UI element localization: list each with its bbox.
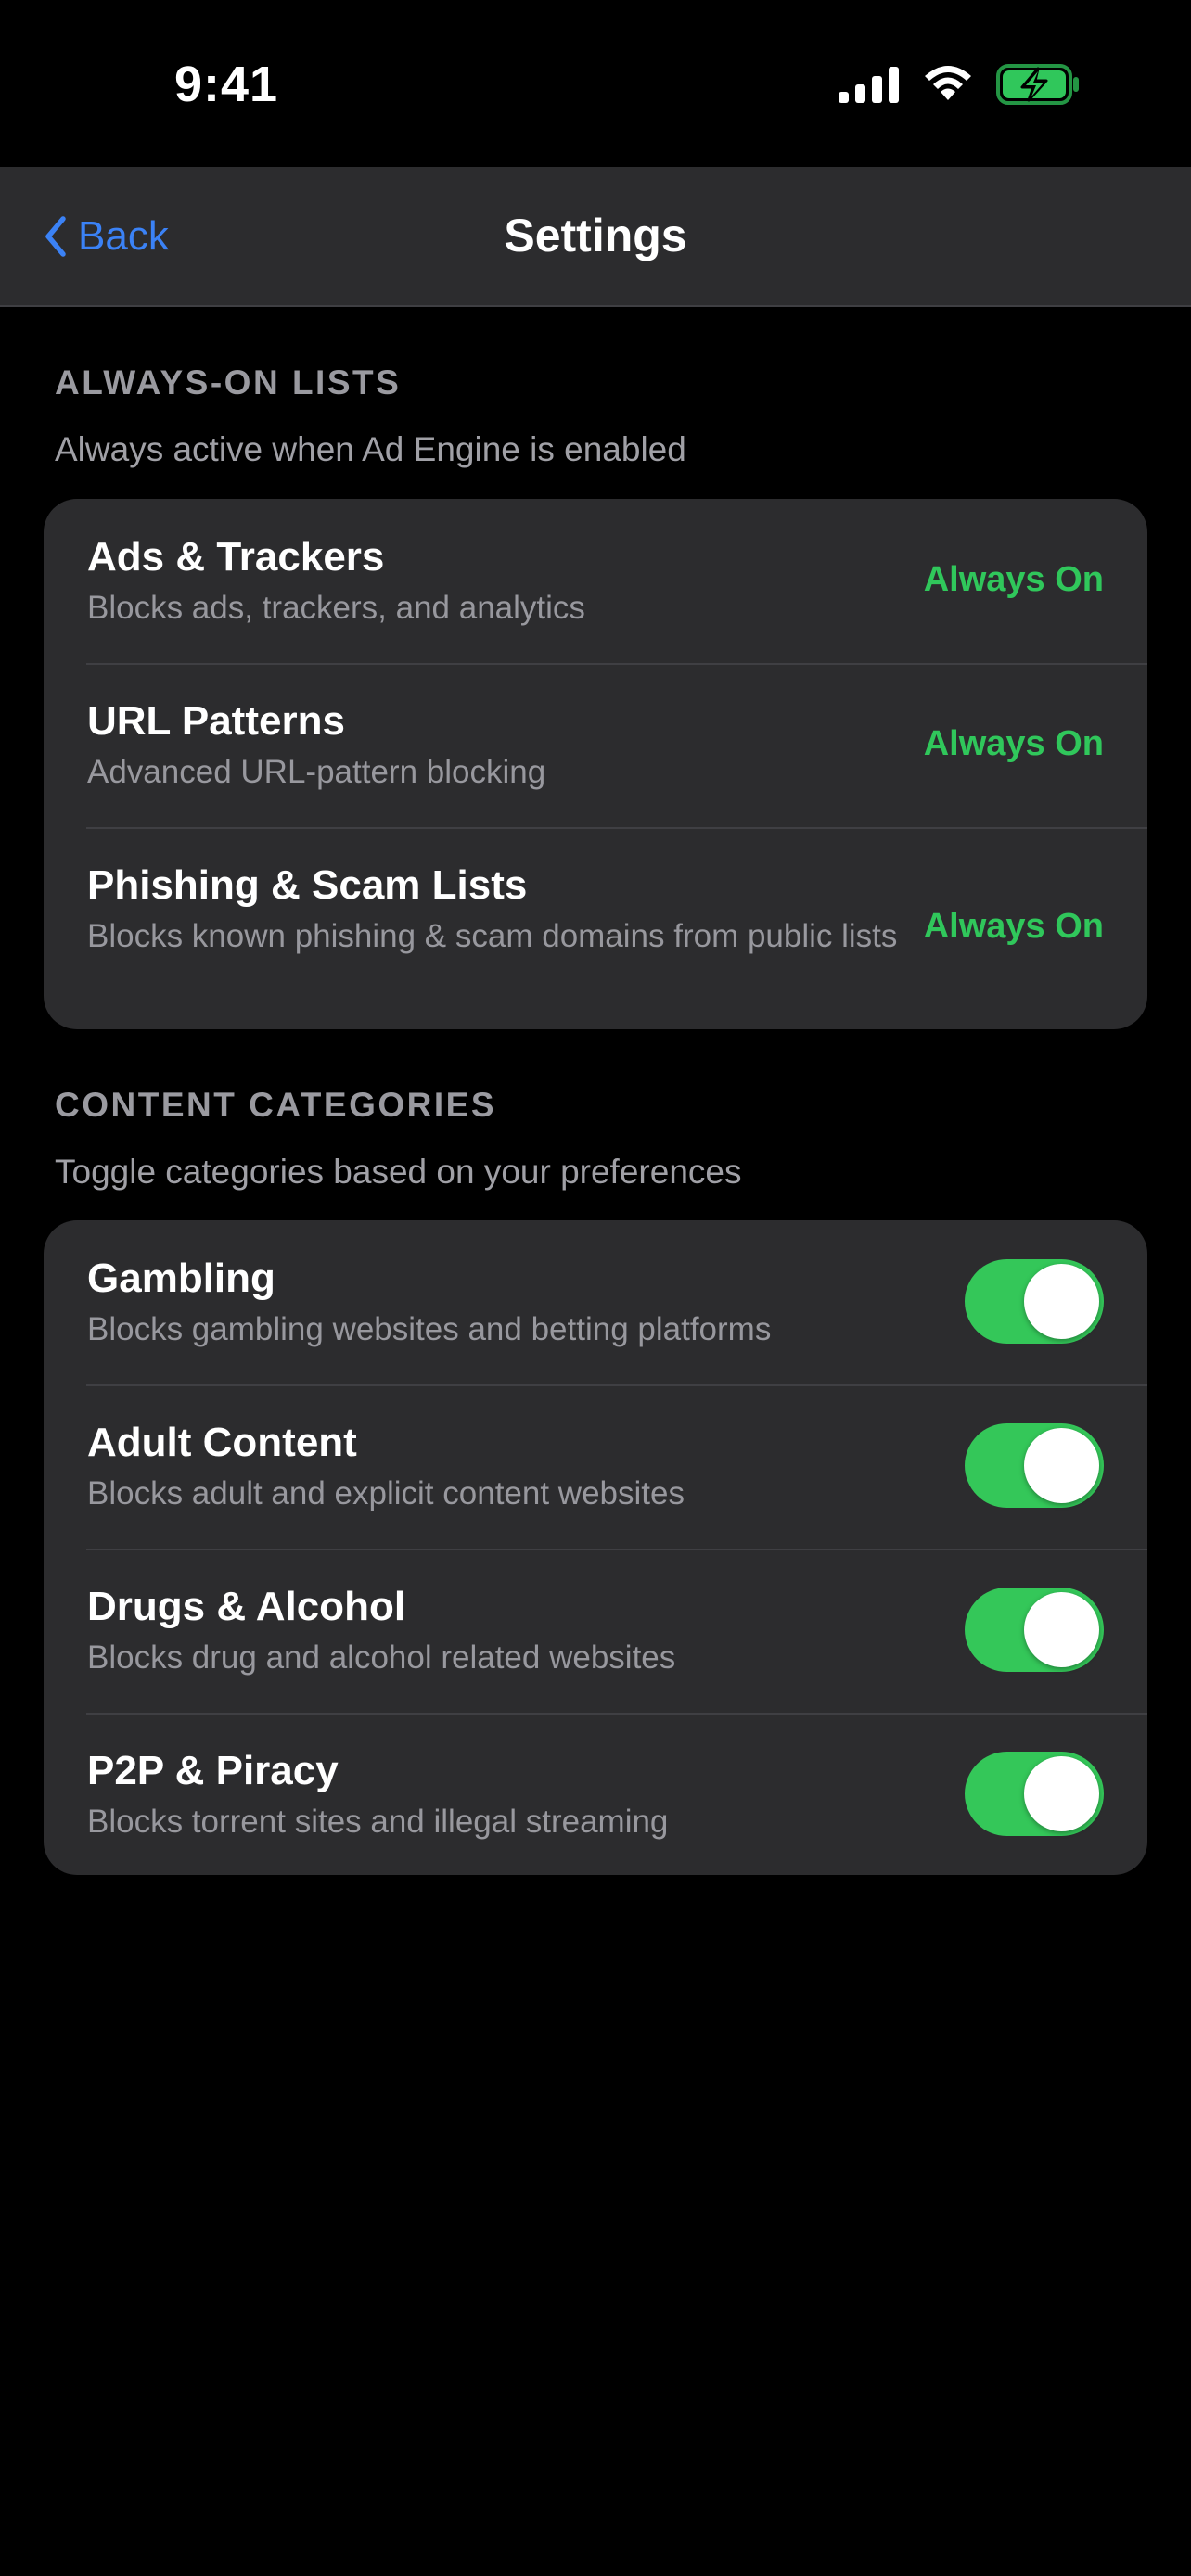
drugs-alcohol-toggle[interactable] [965,1588,1104,1672]
section-subtitle-always-on: Always active when Ad Engine is enabled [55,430,686,468]
back-button[interactable]: Back [43,167,169,305]
status-badge: Always On [923,907,1104,946]
list-item-ads-trackers: Ads & Trackers Blocks ads, trackers, and… [44,499,1147,663]
list-item-gambling: Gambling Blocks gambling websites and be… [44,1220,1147,1384]
list-item-drugs-alcohol: Drugs & Alcohol Blocks drug and alcohol … [44,1549,1147,1713]
toggle-knob [1024,1264,1099,1339]
status-bar: 9:41 [0,0,1191,167]
content-categories-card: Gambling Blocks gambling websites and be… [44,1220,1147,1875]
wifi-icon [922,65,974,108]
p2p-piracy-toggle[interactable] [965,1752,1104,1836]
always-on-list-card: Ads & Trackers Blocks ads, trackers, and… [44,499,1147,1029]
status-time: 9:41 [174,57,279,112]
gambling-toggle[interactable] [965,1259,1104,1344]
cellular-signal-icon [839,66,900,108]
list-item-description: Blocks gambling websites and betting pla… [87,1311,772,1347]
list-item-title: Ads & Trackers [87,534,385,580]
chevron-left-icon [43,215,69,258]
navigation-bar: Back Settings [0,167,1191,307]
adult-content-toggle[interactable] [965,1423,1104,1508]
list-item-title: URL Patterns [87,698,345,744]
page-title: Settings [504,210,687,261]
list-item-description: Blocks ads, trackers, and analytics [87,590,585,626]
list-item-adult-content: Adult Content Blocks adult and explicit … [44,1384,1147,1549]
list-item-description: Blocks known phishing & scam domains fro… [87,918,898,954]
list-item-description: Blocks torrent sites and illegal streami… [87,1804,669,1840]
list-item-phishing-scam: Phishing & Scam Lists Blocks known phish… [44,827,1147,1029]
section-subtitle-categories: Toggle categories based on your preferen… [55,1153,742,1191]
status-icons [839,63,1082,110]
status-badge: Always On [923,560,1104,599]
toggle-knob [1024,1756,1099,1831]
list-item-p2p-piracy: P2P & Piracy Blocks torrent sites and il… [44,1713,1147,1875]
list-item-description: Advanced URL-pattern blocking [87,754,546,790]
list-item-url-patterns: URL Patterns Advanced URL-pattern blocki… [44,663,1147,827]
list-item-title: Phishing & Scam Lists [87,862,528,908]
toggle-knob [1024,1428,1099,1503]
back-label: Back [78,212,169,259]
list-item-title: Drugs & Alcohol [87,1584,406,1629]
list-item-title: Adult Content [87,1420,357,1465]
list-item-title: P2P & Piracy [87,1748,339,1793]
section-header-always-on: ALWAYS-ON LISTS [55,363,402,402]
toggle-knob [1024,1592,1099,1667]
battery-charging-icon [996,63,1082,110]
list-item-description: Blocks adult and explicit content websit… [87,1475,685,1511]
status-badge: Always On [923,724,1104,763]
list-item-description: Blocks drug and alcohol related websites [87,1639,676,1676]
list-item-title: Gambling [87,1256,275,1301]
section-header-categories: CONTENT CATEGORIES [55,1086,496,1124]
